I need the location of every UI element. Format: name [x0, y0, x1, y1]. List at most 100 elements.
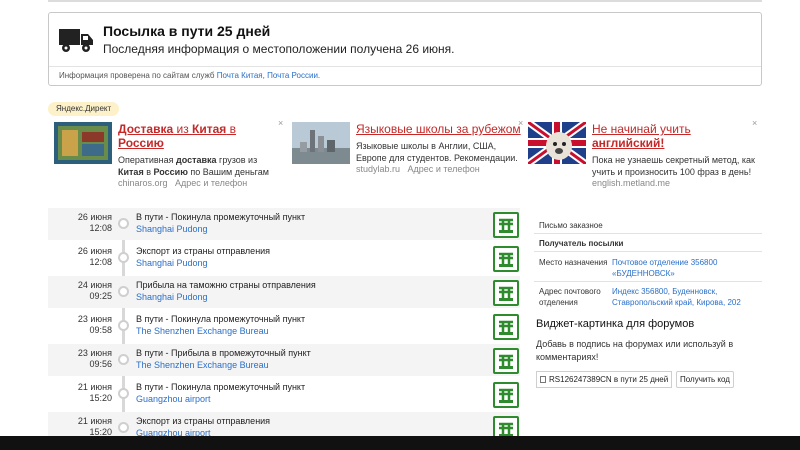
ad-domain[interactable]: studylab.ru	[356, 164, 400, 174]
ad-contact-link[interactable]: Адрес и телефон	[408, 164, 480, 174]
status-note-text: Информация проверена по сайтам служб	[59, 71, 215, 80]
ad-title-line: Не начинай учить	[592, 122, 691, 136]
ad-thumbnail-city	[292, 122, 350, 164]
ad-title-word: Доставка	[118, 122, 174, 136]
widget-code-field[interactable]: RS126247389CN в пути 25 дней	[536, 371, 672, 388]
destination-label: Место назначения	[539, 258, 608, 267]
ad-english[interactable]: Не начинай учить английский! Пока не узна…	[528, 118, 758, 190]
event-status: Экспорт из страны отправления	[136, 416, 271, 426]
widget-title: Виджет-картинка для форумов	[536, 318, 695, 330]
status-note: Информация проверена по сайтам служб Поч…	[59, 71, 320, 80]
ad-title-word: из	[173, 122, 193, 136]
ad-delivery-title[interactable]: Доставка из Китая в Россию	[118, 122, 278, 150]
china-post-link[interactable]: Почта Китая	[217, 71, 263, 80]
event-time: 09:58	[89, 325, 112, 335]
ad-english-domain[interactable]: english.metland.me	[592, 178, 670, 188]
status-main: Посылка в пути 25 дней Последняя информа…	[49, 13, 761, 67]
ad-text-part: в	[143, 167, 154, 177]
ad-thumbnail-china	[54, 122, 112, 164]
ad-delivery-text: Оперативная доставка грузов из Китая в Р…	[118, 154, 288, 178]
address-value[interactable]: Индекс 356800, Буденновск, Ставропольски…	[612, 286, 762, 308]
timeline-row: 23 июня 09:58 В пути - Покинула промежуточ…	[48, 310, 520, 342]
timeline-row: 24 июня 09:25 Прибыла на таможню страны от…	[48, 276, 520, 308]
timeline-row: 21 июня 15:20 В пути - Покинула промежуточ…	[48, 378, 520, 410]
ad-schools-text: Языковые школы в Англии, США, Европе для…	[356, 141, 518, 163]
address-label: Адрес почтового отделения	[539, 287, 601, 307]
yandex-direct-badge[interactable]: Яндекс.Директ	[48, 102, 120, 116]
timeline-dot	[118, 422, 129, 433]
timeline-dot	[118, 218, 129, 229]
widget-text: Добавь в подпись на форумах или использу…	[536, 339, 734, 362]
tracking-timeline: 26 июня 12:08 В пути - Покинула промежуточ…	[48, 208, 520, 450]
ad-text-part: Россию	[153, 167, 188, 177]
truck-icon	[59, 29, 93, 52]
get-code-button[interactable]: Получить код	[676, 371, 734, 388]
event-datetime: 21 июня 15:20	[48, 416, 112, 438]
event-date: 24 июня	[77, 280, 112, 290]
close-icon[interactable]: ×	[278, 118, 283, 128]
ad-text-part: Китая	[118, 167, 144, 177]
info-row-address: Адрес почтового отделения Индекс 356800,…	[534, 282, 762, 310]
event-time: 09:56	[89, 359, 112, 369]
parcel-type: Письмо заказное	[539, 221, 603, 230]
ad-english-text: Пока не узнаешь секретный метод, как учи…	[592, 155, 755, 177]
ad-schools-meta: studylab.ru Адрес и телефон	[356, 164, 480, 174]
china-post-logo-icon	[493, 212, 519, 238]
ad-title-word: Россию	[118, 136, 164, 150]
ad-domain[interactable]: chinaros.org	[118, 178, 168, 188]
event-datetime: 23 июня 09:56	[48, 348, 112, 370]
event-date: 26 июня	[77, 212, 112, 222]
bottom-bar	[0, 436, 800, 450]
russian-post-link[interactable]: Почта России	[267, 71, 318, 80]
event-status: В пути - Прибыла в промежуточный пункт	[136, 348, 311, 358]
china-post-logo-icon	[493, 348, 519, 374]
event-location[interactable]: The Shenzhen Exchange Bureau	[136, 360, 269, 370]
china-post-logo-icon	[493, 314, 519, 340]
timeline-row: 26 июня 12:08 Экспорт из страны отправлени…	[48, 242, 520, 274]
event-date: 21 июня	[77, 416, 112, 426]
timeline-dot	[118, 388, 129, 399]
event-time: 09:25	[89, 291, 112, 301]
top-divider	[48, 0, 762, 2]
timeline-dot	[118, 252, 129, 263]
ad-title-line: английский!	[592, 136, 665, 150]
timeline-row: 23 июня 09:56 В пути - Прибыла в промежуто…	[48, 344, 520, 376]
event-time: 15:20	[89, 393, 112, 403]
event-location[interactable]: The Shenzhen Exchange Bureau	[136, 326, 269, 336]
event-time: 12:08	[89, 223, 112, 233]
ad-title-word: в	[226, 122, 237, 136]
event-datetime: 26 июня 12:08	[48, 212, 112, 234]
status-subtitle: Последняя информация о местоположении по…	[103, 42, 455, 56]
timeline-row: 26 июня 12:08 В пути - Покинула промежуточ…	[48, 208, 520, 240]
recipient-header: Получатель посылки	[539, 239, 624, 248]
ad-english-title[interactable]: Не начинай учить английский!	[592, 122, 752, 150]
ad-schools-title[interactable]: Языковые школы за рубежом	[356, 122, 526, 136]
close-icon[interactable]: ×	[752, 118, 757, 128]
image-icon	[540, 376, 546, 383]
event-date: 23 июня	[77, 314, 112, 324]
event-date: 26 июня	[77, 246, 112, 256]
close-icon[interactable]: ×	[518, 118, 523, 128]
china-post-logo-icon	[493, 246, 519, 272]
event-status: В пути - Покинула промежуточный пункт	[136, 212, 306, 222]
status-title: Посылка в пути 25 дней	[103, 23, 271, 39]
ad-delivery[interactable]: Доставка из Китая в Россию Оперативная д…	[54, 118, 284, 190]
destination-value[interactable]: Почтовое отделение 356800 «БУДЕННОВСК»	[612, 257, 762, 279]
ad-thumbnail-bulldog	[528, 122, 586, 164]
ad-title-word: Китая	[192, 122, 227, 136]
event-datetime: 21 июня 15:20	[48, 382, 112, 404]
ad-text-part: по Вашим деньгам	[187, 167, 269, 177]
ad-text-part: грузов из	[216, 155, 258, 165]
note-end: .	[317, 71, 321, 80]
event-datetime: 26 июня 12:08	[48, 246, 112, 268]
info-row-recipient: Получатель посылки	[534, 234, 762, 252]
event-location[interactable]: Shanghai Pudong	[136, 258, 208, 268]
ad-schools[interactable]: Языковые школы за рубежом Языковые школы…	[292, 118, 523, 190]
event-datetime: 24 июня 09:25	[48, 280, 112, 302]
event-location[interactable]: Shanghai Pudong	[136, 224, 208, 234]
event-location[interactable]: Guangzhou airport	[136, 394, 211, 404]
event-datetime: 23 июня 09:58	[48, 314, 112, 336]
event-status: В пути - Покинула промежуточный пункт	[136, 314, 306, 324]
event-location[interactable]: Shanghai Pudong	[136, 292, 208, 302]
ad-contact-link[interactable]: Адрес и телефон	[175, 178, 247, 188]
